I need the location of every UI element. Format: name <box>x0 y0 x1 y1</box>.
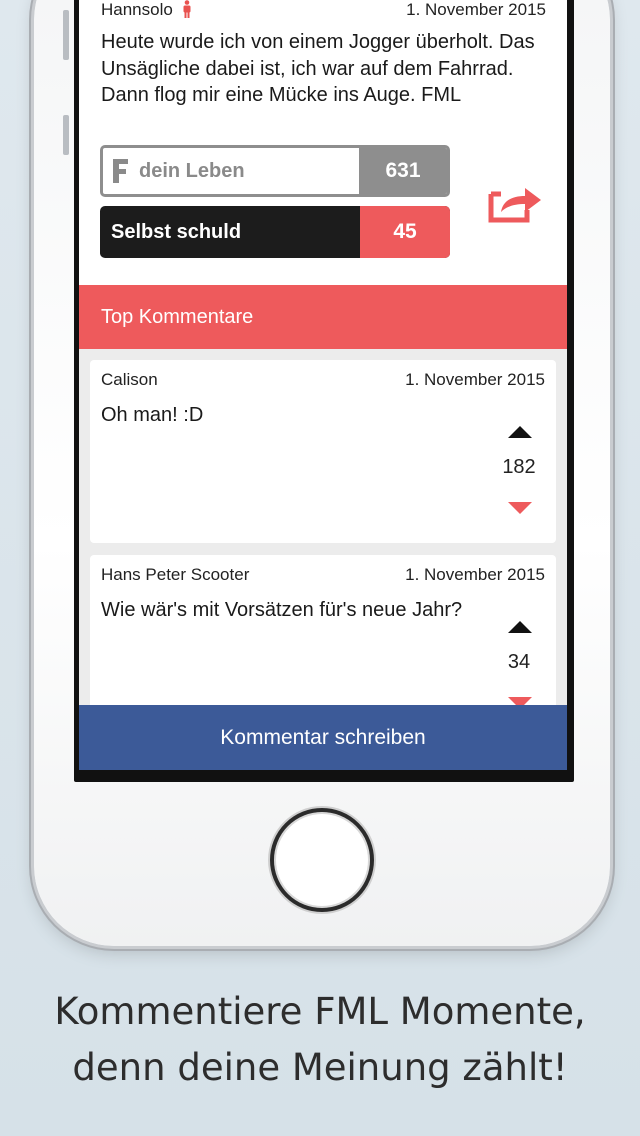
comment-author[interactable]: Calison <box>101 370 158 390</box>
comment-text: Oh man! :D <box>101 404 204 426</box>
phone-screen: Hannsolo 1. November 2015 Heute wurde ic… <box>74 0 574 782</box>
app-view: Hannsolo 1. November 2015 Heute wurde ic… <box>79 0 567 770</box>
fml-f-logo <box>113 159 128 183</box>
vote-your-life-label-wrap: dein Leben <box>103 148 359 194</box>
post-text: Heute wurde ich von einem Jogger überhol… <box>101 31 535 106</box>
vote-your-life-label: dein Leben <box>139 159 245 182</box>
vote-your-life-button[interactable]: dein Leben 631 <box>100 145 450 197</box>
volume-up-button <box>63 10 69 60</box>
share-icon[interactable] <box>487 180 545 224</box>
marketing-caption: Kommentiere FML Momente, denn deine Mein… <box>0 984 640 1096</box>
comment-text: Wie wär's mit Vorsätzen für's neue Jahr? <box>101 599 463 621</box>
upvote-icon[interactable] <box>508 426 532 438</box>
downvote-icon[interactable] <box>508 502 532 514</box>
write-comment-button[interactable]: Kommentar schreiben <box>79 705 567 770</box>
post-date: 1. November 2015 <box>406 0 546 19</box>
upvote-icon[interactable] <box>508 621 532 633</box>
volume-down-button <box>63 115 69 155</box>
vote-own-fault-count: 45 <box>360 206 450 258</box>
vote-own-fault-button[interactable]: Selbst schuld 45 <box>100 206 450 258</box>
comment-date: 1. November 2015 <box>405 370 545 389</box>
caption-line-2: denn deine Meinung zählt! <box>72 1046 568 1089</box>
top-comments-header: Top Kommentare <box>79 285 567 349</box>
vote-your-life-count: 631 <box>359 148 447 194</box>
vote-own-fault-label: Selbst schuld <box>111 220 242 243</box>
comment-score: 34 <box>507 651 531 673</box>
post-author[interactable]: Hannsolo <box>101 0 192 20</box>
comment-card: Calison 1. November 2015 Oh man! :D 182 <box>90 360 556 543</box>
home-button[interactable] <box>270 808 374 912</box>
comment-date: 1. November 2015 <box>405 565 545 584</box>
post-author-name: Hannsolo <box>101 0 173 19</box>
post-card: Hannsolo 1. November 2015 Heute wurde ic… <box>79 0 567 286</box>
caption-line-1: Kommentiere FML Momente, <box>54 990 586 1033</box>
person-icon <box>183 0 191 18</box>
comment-score: 182 <box>502 456 536 478</box>
comment-author[interactable]: Hans Peter Scooter <box>101 565 249 585</box>
